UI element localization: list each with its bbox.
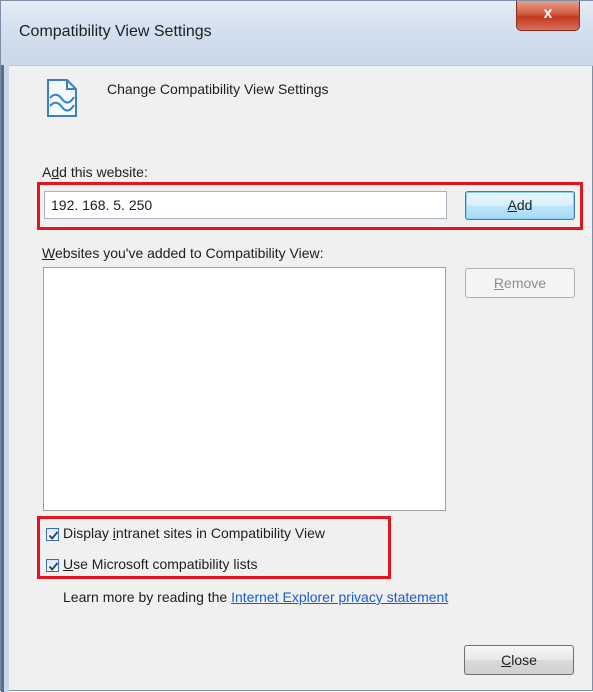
window-title: Compatibility View Settings (19, 23, 212, 40)
window-close-button[interactable]: x (516, 1, 580, 31)
websites-list-label-suffix: ebsites you've added to Compatibility Vi… (54, 245, 324, 261)
add-website-label-accel: d (51, 164, 60, 180)
dialog-heading: Change Compatibility View Settings (107, 81, 329, 97)
remove-button-label: emove (504, 275, 547, 291)
dialog-window: Compatibility View Settings x Change Com… (0, 0, 593, 692)
close-button-label: lose (511, 652, 537, 668)
ms-lists-label-suffix: se Microsoft compatibility lists (73, 556, 258, 572)
website-input[interactable]: 192. 168. 5. 250 (44, 191, 447, 219)
checkmark-icon (48, 562, 59, 571)
add-website-label-prefix: A (42, 164, 52, 180)
compatibility-page-icon (47, 79, 77, 117)
learn-more-text: Learn more by reading the Internet Explo… (63, 589, 448, 605)
add-button-accel: A (507, 197, 517, 213)
intranet-label-suffix: ntranet sites in Compatibility View (115, 525, 325, 541)
add-button[interactable]: Add (465, 191, 575, 220)
title-bar[interactable]: Compatibility View Settings x (1, 1, 593, 66)
remove-button[interactable]: Remove (465, 268, 575, 298)
checkmark-icon (48, 531, 59, 540)
intranet-label-prefix: Display (63, 525, 113, 541)
add-website-label: Add this website: (42, 164, 148, 180)
websites-list-label-accel: W (42, 245, 55, 261)
remove-button-accel: R (493, 275, 505, 291)
ms-lists-label-accel: U (63, 556, 74, 572)
ms-lists-option-label[interactable]: Use Microsoft compatibility lists (63, 556, 258, 572)
close-icon: x (543, 5, 553, 22)
intranet-checkbox[interactable] (46, 528, 59, 541)
add-button-label: dd (516, 197, 533, 213)
close-button-accel: C (501, 652, 512, 668)
learn-more-prefix: Learn more by reading the (63, 589, 232, 605)
intranet-option-label[interactable]: Display intranet sites in Compatibility … (63, 525, 325, 541)
websites-list-label: Websites you've added to Compatibility V… (42, 245, 324, 261)
window-frame-edge (1, 65, 9, 692)
add-website-label-suffix: d this website: (59, 164, 148, 180)
close-button[interactable]: Close (464, 645, 574, 675)
privacy-statement-link[interactable]: Internet Explorer privacy statement (231, 589, 448, 605)
ms-lists-checkbox[interactable] (46, 559, 59, 572)
websites-listbox[interactable] (43, 267, 446, 511)
